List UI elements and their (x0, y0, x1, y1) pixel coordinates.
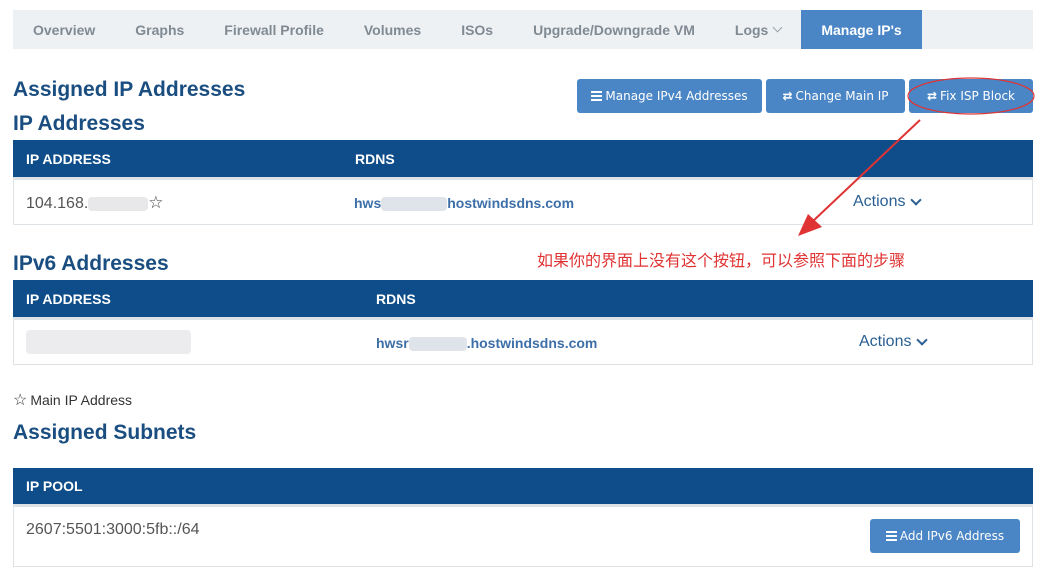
star-icon: ☆ (13, 392, 28, 409)
col-ip-pool: IP POOL (26, 478, 83, 494)
actions-label: Actions (859, 333, 912, 350)
redacted-block (26, 330, 191, 354)
col-rdns: RDNS (376, 291, 416, 307)
rdns-link[interactable]: hwsr .hostwindsdns.com (376, 335, 598, 352)
list-icon (885, 531, 897, 541)
ip-pool-value: 2607:5501:3000:5fb::/64 (26, 521, 200, 538)
rdns-prefix: hwsr (376, 335, 409, 351)
chevron-down-icon (916, 333, 929, 346)
section-title-ipv6: IPv6 Addresses (13, 252, 169, 275)
redacted-block (408, 337, 467, 352)
rdns-suffix: .hostwindsdns.com (466, 335, 598, 351)
subnets-table-header: IP POOL (13, 468, 1033, 506)
main-ip-legend: ☆ Main IP Address (13, 390, 132, 410)
add-ipv6-address-button[interactable]: Add IPv6 Address (870, 519, 1020, 553)
table-row: hwsr .hostwindsdns.com Actions (13, 317, 1033, 365)
col-ip-address: IP ADDRESS (26, 291, 111, 307)
highlight-circle (907, 77, 1035, 115)
actions-dropdown[interactable]: Actions (859, 333, 929, 351)
annotation-arrow-line (811, 119, 921, 223)
ipv6-address-cell (26, 330, 191, 354)
add-ipv6-address-label: Add IPv6 Address (899, 529, 1005, 543)
ipv6-table-header: IP ADDRESS RDNS (13, 280, 1033, 318)
section-title-subnets: Assigned Subnets (13, 421, 197, 444)
annotation-text: 如果你的界面上没有这个按钮，可以参照下面的步骤 (537, 251, 906, 270)
main-ip-legend-label: Main IP Address (30, 392, 133, 408)
